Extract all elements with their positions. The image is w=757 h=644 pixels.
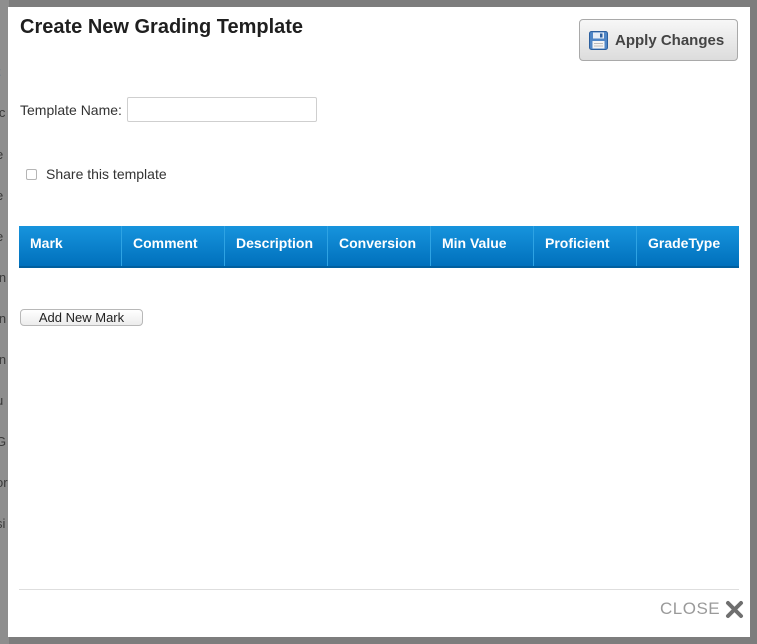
modal-title: Create New Grading Template (20, 16, 304, 38)
column-header-grade-type[interactable]: GradeType (637, 226, 739, 266)
apply-changes-label: Apply Changes (615, 31, 725, 49)
template-name-input[interactable] (126, 97, 317, 122)
background-text-fragment: G (0, 434, 7, 449)
column-header-proficient[interactable]: Proficient (534, 226, 637, 266)
grading-template-modal: Create New Grading Template Apply Change… (8, 7, 750, 637)
share-template-row: Share this template (26, 166, 167, 182)
template-name-label: Template Name: (20, 101, 122, 118)
background-text-fragment: e (0, 188, 3, 203)
background-text-fragment: u (0, 393, 3, 408)
close-x-icon (725, 600, 744, 619)
background-text-fragment: si (0, 516, 6, 531)
column-header-conversion[interactable]: Conversion (328, 226, 431, 266)
column-header-min-value[interactable]: Min Value (431, 226, 534, 266)
close-button[interactable]: CLOSE (660, 599, 744, 619)
background-text-fragment: or (0, 475, 8, 490)
footer-divider (19, 589, 739, 590)
background-text-fragment: e (0, 147, 3, 162)
floppy-disk-save-icon (589, 30, 608, 50)
template-name-row: Template Name: (20, 97, 317, 122)
column-header-mark[interactable]: Mark (19, 226, 122, 266)
close-label: CLOSE (660, 599, 721, 618)
background-text-fragment: in (0, 311, 7, 326)
background-text-fragment: in (0, 352, 7, 367)
background-text-fragment: in (0, 270, 7, 285)
share-template-label: Share this template (46, 166, 167, 182)
column-header-comment[interactable]: Comment (122, 226, 225, 266)
background-text-fragment: e (0, 229, 3, 244)
marks-grid-header: Mark Comment Description Conversion Min … (19, 226, 739, 268)
add-new-mark-button[interactable]: Add New Mark (20, 309, 143, 326)
apply-changes-button[interactable]: Apply Changes (579, 19, 738, 61)
share-template-checkbox[interactable] (26, 168, 37, 180)
background-text-fragment: ic (0, 105, 6, 120)
column-header-description[interactable]: Description (225, 226, 328, 266)
